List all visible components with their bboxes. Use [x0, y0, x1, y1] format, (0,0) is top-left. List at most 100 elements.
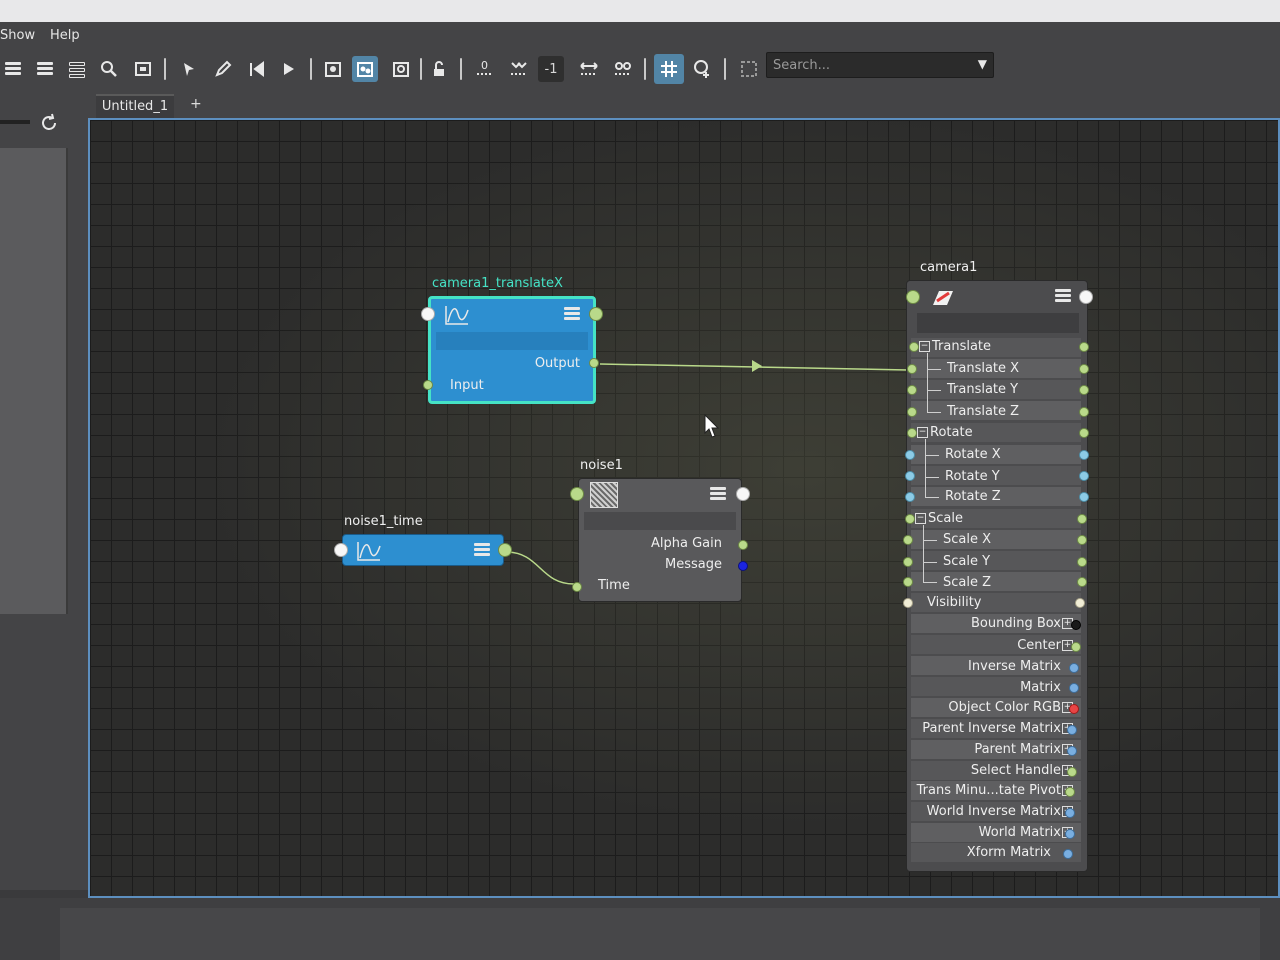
port-rotate-z-in[interactable]: [905, 492, 915, 502]
left-slider[interactable]: [0, 120, 30, 124]
port-out[interactable]: [1079, 290, 1093, 304]
port-matrix[interactable]: [1069, 683, 1079, 693]
port-visibility-in[interactable]: [903, 598, 913, 608]
menu-icon[interactable]: [564, 307, 580, 321]
port-translate-x-in[interactable]: [907, 364, 917, 374]
node-name-field[interactable]: [917, 313, 1079, 333]
world-matrix-label[interactable]: World Matrix+: [979, 825, 1073, 840]
add-node-icon[interactable]: 0: [472, 56, 498, 82]
port-in[interactable]: [906, 290, 920, 304]
frame-box-icon[interactable]: [736, 56, 762, 82]
port-scale-y-in[interactable]: [903, 557, 913, 567]
bounding-box-label[interactable]: Bounding Box +: [971, 616, 1073, 631]
refresh-icon[interactable]: [38, 112, 60, 134]
port-object-color[interactable]: [1069, 704, 1079, 714]
port-input[interactable]: [423, 380, 433, 390]
list-view-icon[interactable]: [64, 56, 90, 82]
port-rotate-x-out[interactable]: [1079, 450, 1089, 460]
node-editor-canvas[interactable]: camera1_translateX Output Input noise1_t…: [88, 118, 1280, 898]
port-out[interactable]: [589, 307, 603, 321]
port-rotate-y-in[interactable]: [905, 471, 915, 481]
port-scale-z-in[interactable]: [903, 577, 913, 587]
select-down-icon[interactable]: [276, 56, 302, 82]
tab-untitled-1[interactable]: Untitled_1: [96, 94, 174, 120]
menu-icon[interactable]: [1055, 289, 1071, 303]
port-translate-z-out[interactable]: [1079, 407, 1089, 417]
center-label[interactable]: Center +: [1017, 638, 1073, 653]
port-in[interactable]: [334, 543, 348, 557]
select-handle-label[interactable]: Select Handle+: [971, 763, 1073, 778]
graph-active-icon[interactable]: [352, 56, 378, 82]
port-rotate-z-out[interactable]: [1079, 492, 1089, 502]
port-out[interactable]: [498, 543, 512, 557]
lock-icon[interactable]: [426, 56, 452, 82]
port-world-inverse-matrix[interactable]: [1065, 808, 1075, 818]
port-parent-inverse-matrix[interactable]: [1067, 725, 1077, 735]
collapse-icon[interactable]: [506, 56, 532, 82]
select-up-icon[interactable]: [244, 56, 270, 82]
port-message[interactable]: [738, 561, 748, 571]
port-in[interactable]: [421, 307, 435, 321]
parent-matrix-label[interactable]: Parent Matrix+: [974, 742, 1073, 757]
menu-help[interactable]: Help: [50, 28, 80, 43]
port-inverse-matrix[interactable]: [1069, 663, 1079, 673]
port-translate-y-out[interactable]: [1079, 385, 1089, 395]
port-output[interactable]: [589, 358, 599, 368]
port-alpha-gain[interactable]: [738, 540, 748, 550]
world-inverse-matrix-label[interactable]: World Inverse Matrix+: [927, 804, 1073, 819]
edit-icon[interactable]: [210, 56, 236, 82]
list-view-icon[interactable]: [32, 56, 58, 82]
port-scale-z-out[interactable]: [1077, 577, 1087, 587]
connection-noise-time[interactable]: [505, 551, 575, 585]
camera-node[interactable]: − Translate Translate X Translate Y Trans…: [903, 280, 1093, 872]
port-bounding-box[interactable]: [1071, 620, 1081, 630]
graph-icon[interactable]: [320, 56, 346, 82]
grid-snap-icon[interactable]: [654, 54, 684, 84]
port-time[interactable]: [572, 582, 582, 592]
frame-icon[interactable]: [130, 56, 156, 82]
port-rotate-out[interactable]: [1079, 428, 1089, 438]
menu-show[interactable]: Show: [0, 28, 35, 43]
port-trans-minus-pivot[interactable]: [1065, 787, 1075, 797]
noise-node[interactable]: noise1 Alpha Gain Message Time: [570, 458, 750, 604]
parent-inverse-matrix-label[interactable]: Parent Inverse Matrix+: [922, 721, 1073, 736]
select-pin-icon[interactable]: [176, 56, 202, 82]
noise-time-node[interactable]: noise1_time: [334, 514, 512, 568]
chevron-down-icon[interactable]: ▼: [978, 57, 987, 71]
search-icon[interactable]: [96, 56, 122, 82]
port-out[interactable]: [736, 487, 750, 501]
rotate-group[interactable]: − Rotate: [917, 425, 973, 440]
port-scale-x-out[interactable]: [1077, 535, 1087, 545]
spread-icon[interactable]: [576, 56, 602, 82]
port-scale-in[interactable]: [905, 514, 915, 524]
port-translate-out[interactable]: [1079, 342, 1089, 352]
offset-value[interactable]: -1: [538, 56, 564, 82]
port-translate-y-in[interactable]: [907, 385, 917, 395]
port-scale-y-out[interactable]: [1077, 557, 1087, 567]
search-input[interactable]: [771, 55, 971, 75]
port-rotate-in[interactable]: [907, 428, 917, 438]
menu-icon[interactable]: [474, 543, 490, 557]
port-center[interactable]: [1071, 642, 1081, 652]
port-parent-matrix[interactable]: [1067, 746, 1077, 756]
anim-curve-node[interactable]: camera1_translateX Output Input: [421, 276, 603, 406]
port-in[interactable]: [570, 487, 584, 501]
graph-add-icon[interactable]: [388, 56, 414, 82]
object-color-label[interactable]: Object Color RGB +: [948, 700, 1073, 715]
hide-icon[interactable]: [610, 56, 636, 82]
node-name-field[interactable]: [436, 332, 588, 350]
port-translate-in[interactable]: [909, 342, 919, 352]
port-translate-x-out[interactable]: [1079, 364, 1089, 374]
port-rotate-y-out[interactable]: [1079, 471, 1089, 481]
outliner-list[interactable]: [0, 148, 68, 614]
port-scale-out[interactable]: [1077, 514, 1087, 524]
list-view-icon[interactable]: [0, 56, 26, 82]
port-world-matrix[interactable]: [1065, 829, 1075, 839]
port-select-handle[interactable]: [1067, 767, 1077, 777]
translate-group[interactable]: − Translate: [919, 339, 991, 354]
port-rotate-x-in[interactable]: [905, 450, 915, 460]
menu-icon[interactable]: [710, 487, 726, 501]
port-xform-matrix[interactable]: [1063, 849, 1073, 859]
add-tab-button[interactable]: +: [190, 96, 202, 112]
trans-minus-pivot-label[interactable]: Trans Minu...tate Pivot+: [917, 783, 1073, 798]
